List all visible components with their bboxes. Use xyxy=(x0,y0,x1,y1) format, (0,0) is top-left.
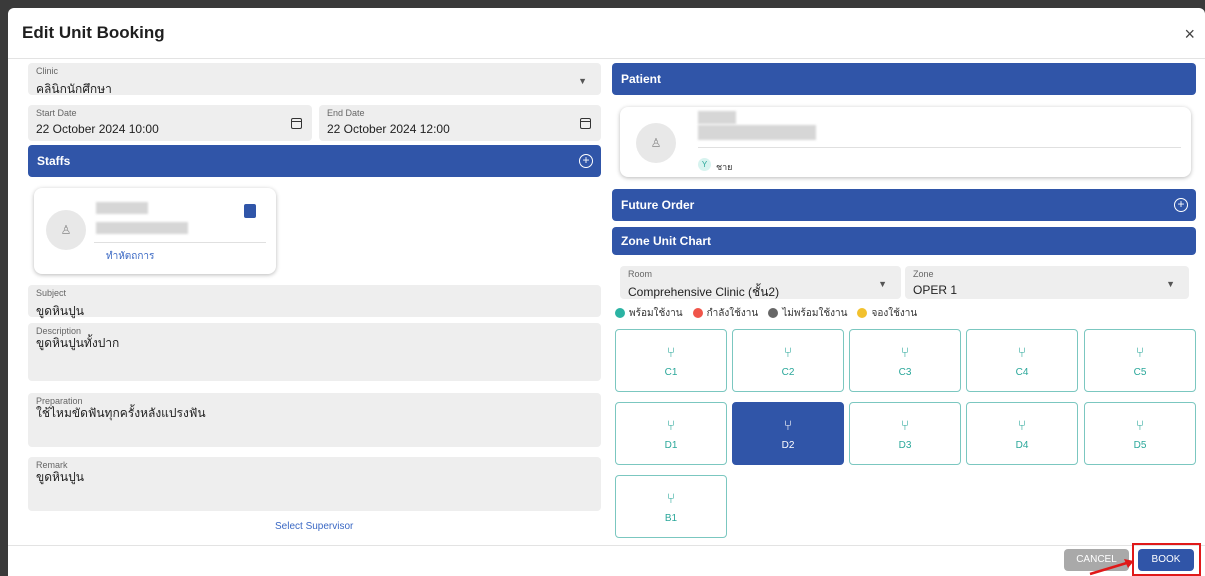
calendar-icon[interactable] xyxy=(580,118,591,129)
subject-field[interactable]: Subject ขูดหินปูน xyxy=(28,285,601,318)
zone-label: Zone xyxy=(913,269,934,279)
legend-reserved: จองใช้งาน xyxy=(857,306,917,321)
remark-value: ขูดหินปูน xyxy=(36,470,84,484)
preparation-value: ใช้ไหมขัดฟันทุกครั้งหลังแปรงฟัน xyxy=(36,406,206,420)
add-staff-icon[interactable]: + xyxy=(579,154,593,168)
dental-chair-icon: ⑂ xyxy=(1017,417,1027,433)
staff-name-redacted xyxy=(96,202,148,214)
select-supervisor-link[interactable]: Select Supervisor xyxy=(275,521,353,532)
dental-chair-icon: ⑂ xyxy=(783,417,793,433)
gender-icon: Y xyxy=(698,158,711,171)
unit-button[interactable]: ⑂ B1 xyxy=(615,475,727,538)
remark-field[interactable]: Remark ขูดหินปูน xyxy=(28,457,601,511)
unit-button[interactable]: ⑂ C4 xyxy=(966,329,1078,392)
highlight-box xyxy=(1132,543,1201,576)
avatar-icon: ♙ xyxy=(46,210,86,250)
chevron-down-icon: ▼ xyxy=(578,76,587,86)
zone-select[interactable]: Zone OPER 1 ▼ xyxy=(905,266,1189,299)
chevron-down-icon: ▼ xyxy=(878,279,887,289)
staffs-header: Staffs + xyxy=(28,145,601,177)
staff-id-redacted xyxy=(96,222,188,234)
staffs-title: Staffs xyxy=(37,154,71,168)
start-date-field[interactable]: Start Date 22 October 2024 10:00 xyxy=(28,105,312,141)
avatar-icon: ♙ xyxy=(636,123,676,163)
clipboard-add-icon[interactable] xyxy=(244,204,256,218)
patient-title: Patient xyxy=(621,72,662,86)
close-icon[interactable]: × xyxy=(1184,24,1195,45)
dental-chair-icon: ⑂ xyxy=(1135,344,1145,360)
add-future-order-icon[interactable]: + xyxy=(1174,198,1188,212)
zone-unit-chart-title: Zone Unit Chart xyxy=(621,234,711,248)
staff-action-label[interactable]: ทำหัตถการ xyxy=(106,249,154,264)
patient-name-redacted xyxy=(698,111,736,124)
dental-chair-icon: ⑂ xyxy=(666,490,676,506)
future-order-header: Future Order + xyxy=(612,189,1196,221)
dental-chair-icon: ⑂ xyxy=(783,344,793,360)
subject-value: ขูดหินปูน xyxy=(36,304,84,318)
zone-value: OPER 1 xyxy=(913,283,958,297)
divider xyxy=(8,545,1205,546)
dental-chair-icon: ⑂ xyxy=(1017,344,1027,360)
unit-button[interactable]: ⑂ C2 xyxy=(732,329,844,392)
end-date-field[interactable]: End Date 22 October 2024 12:00 xyxy=(319,105,601,141)
unit-button-selected[interactable]: ⑂ D2 xyxy=(732,402,844,465)
end-date-value: 22 October 2024 12:00 xyxy=(327,122,450,136)
unit-button[interactable]: ⑂ D4 xyxy=(966,402,1078,465)
future-order-title: Future Order xyxy=(621,198,695,212)
divider xyxy=(94,242,266,243)
staff-card: ♙ ทำหัตถการ xyxy=(34,188,276,274)
zone-unit-chart-header: Zone Unit Chart xyxy=(612,227,1196,255)
annotation-arrow-icon xyxy=(1089,559,1134,576)
legend-in-use: กำลังใช้งาน xyxy=(692,306,758,321)
patient-id-redacted xyxy=(698,125,816,140)
clinic-select[interactable]: Clinic คลินิกนักศึกษา ▼ xyxy=(28,63,601,96)
legend-available: พร้อมใช้งาน xyxy=(615,306,683,321)
edit-unit-booking-dialog: Edit Unit Booking × Clinic คลินิกนักศึกษ… xyxy=(8,8,1205,576)
dental-chair-icon: ⑂ xyxy=(1135,417,1145,433)
status-dot-icon xyxy=(615,308,625,319)
patient-gender: ชาย xyxy=(716,162,733,172)
chevron-down-icon: ▼ xyxy=(1166,279,1175,289)
divider xyxy=(8,58,1205,59)
description-value: ขูดหินปูนทั้งปาก xyxy=(36,336,120,350)
dental-chair-icon: ⑂ xyxy=(900,417,910,433)
preparation-field[interactable]: Preparation ใช้ไหมขัดฟันทุกครั้งหลังแปรง… xyxy=(28,393,601,447)
clinic-value: คลินิกนักศึกษา xyxy=(36,82,112,96)
dental-chair-icon: ⑂ xyxy=(666,344,676,360)
status-dot-icon xyxy=(768,308,779,319)
unit-button[interactable]: ⑂ D3 xyxy=(849,402,961,465)
room-label: Room xyxy=(628,269,653,279)
patient-header: Patient xyxy=(612,63,1196,95)
subject-label: Subject xyxy=(36,288,67,298)
unit-button[interactable]: ⑂ D1 xyxy=(615,402,727,465)
status-dot-icon xyxy=(692,308,703,319)
divider xyxy=(698,147,1181,148)
end-date-label: End Date xyxy=(327,108,365,118)
start-date-label: Start Date xyxy=(36,108,77,118)
unit-button[interactable]: ⑂ C1 xyxy=(615,329,727,392)
status-dot-icon xyxy=(857,308,868,319)
start-date-value: 22 October 2024 10:00 xyxy=(36,122,159,136)
room-select[interactable]: Room Comprehensive Clinic (ชั้น2) ▼ xyxy=(620,266,901,299)
clinic-label: Clinic xyxy=(36,66,59,76)
dental-chair-icon: ⑂ xyxy=(900,344,910,360)
status-legend: พร้อมใช้งาน กำลังใช้งาน ไม่พร้อมใช้งาน จ… xyxy=(615,306,917,321)
unit-button[interactable]: ⑂ C5 xyxy=(1084,329,1196,392)
dialog-title: Edit Unit Booking xyxy=(22,23,165,42)
unit-button[interactable]: ⑂ C3 xyxy=(849,329,961,392)
calendar-icon[interactable] xyxy=(291,118,302,129)
dental-chair-icon: ⑂ xyxy=(666,417,676,433)
patient-card: ♙ Y ชาย xyxy=(620,107,1191,177)
room-value: Comprehensive Clinic (ชั้น2) xyxy=(628,285,780,299)
unit-button[interactable]: ⑂ D5 xyxy=(1084,402,1196,465)
description-field[interactable]: Description ขูดหินปูนทั้งปาก xyxy=(28,323,601,381)
legend-unavailable: ไม่พร้อมใช้งาน xyxy=(768,306,847,321)
